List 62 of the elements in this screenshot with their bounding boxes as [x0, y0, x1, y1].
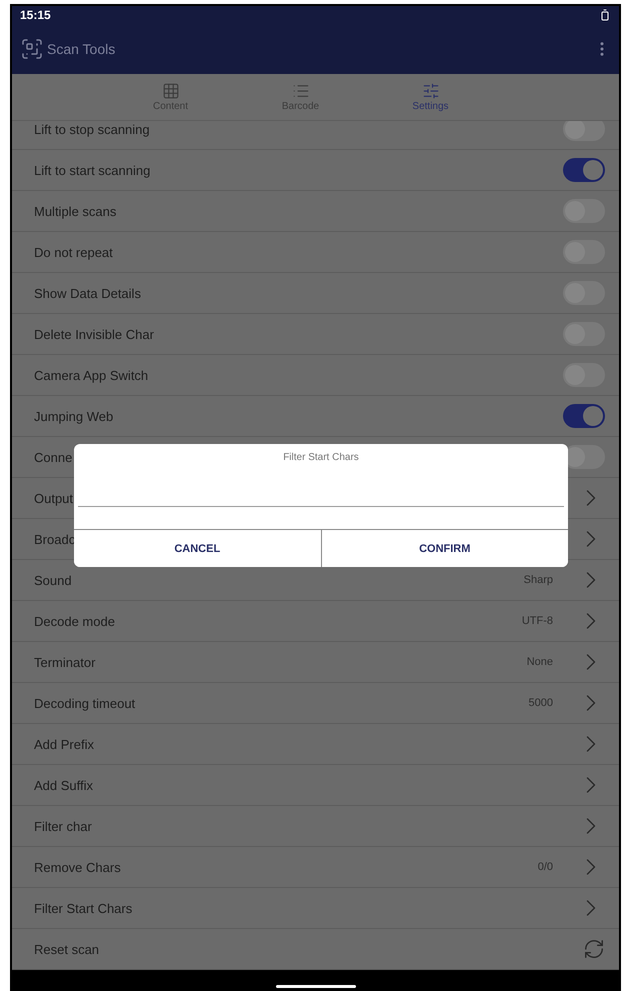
toggle-switch[interactable] — [563, 404, 605, 428]
row-label: Reset scan — [34, 942, 100, 956]
settings-row[interactable]: Jumping Web — [12, 396, 619, 437]
row-label: Do not repeat — [34, 244, 113, 260]
settings-row[interactable]: Camera App Switch — [12, 355, 619, 396]
battery-icon — [599, 9, 611, 21]
settings-row[interactable]: Add Prefix — [12, 724, 619, 765]
settings-row[interactable]: Terminator None — [12, 642, 619, 683]
home-indicator[interactable] — [276, 985, 356, 988]
settings-row[interactable]: Lift to start scanning — [12, 150, 619, 191]
row-label: Lift to stop scanning — [34, 122, 150, 136]
toggle-switch[interactable] — [563, 158, 605, 182]
dialog-button[interactable]: CONFIRM — [320, 530, 568, 567]
row-label: Terminator — [34, 654, 96, 670]
sliders-icon — [422, 82, 440, 100]
row-label: Output — [34, 490, 74, 506]
settings-row[interactable]: Filter char — [12, 806, 619, 847]
dialog-title: Filter Start Chars — [282, 451, 360, 465]
row-label: Decode mode — [34, 614, 115, 628]
row-label: Lift to start scanning — [34, 162, 150, 178]
row-label: Remove Chars — [34, 860, 121, 874]
row-label: Multiple scans — [34, 204, 116, 218]
toggle-switch[interactable] — [563, 199, 605, 223]
row-label: Jumping Web — [34, 408, 114, 424]
row-label: Delete Invisible Char — [34, 326, 154, 342]
grid-icon — [162, 82, 180, 100]
app-title: Scan Tools — [47, 41, 116, 57]
row-value: 5000 — [528, 697, 553, 709]
row-label: Conne — [34, 450, 72, 464]
settings-row[interactable]: Add Suffix — [12, 765, 619, 806]
row-label: Camera App Switch — [34, 368, 148, 382]
settings-row[interactable]: Delete Invisible Char — [12, 314, 619, 355]
settings-row[interactable]: Decode mode UTF-8 — [12, 601, 619, 642]
toggle-switch[interactable] — [563, 322, 605, 346]
settings-row[interactable]: Remove Chars 0/0 — [12, 847, 619, 888]
toggle-switch[interactable] — [563, 363, 605, 387]
tab[interactable]: Settings — [386, 74, 476, 120]
row-label: Decoding timeout — [34, 696, 136, 710]
row-label: Add Prefix — [34, 736, 94, 752]
settings-row[interactable]: Multiple scans — [12, 191, 619, 232]
toggle-switch[interactable] — [563, 281, 605, 305]
settings-row[interactable]: Decoding timeout 5000 — [12, 683, 619, 724]
settings-row[interactable]: Filter Start Chars — [12, 888, 619, 929]
row-value: 0/0 — [538, 861, 553, 873]
status-time: 15:15 — [20, 8, 51, 22]
row-label: Filter Start Chars — [34, 900, 132, 916]
settings-row[interactable]: Lift to stop scanning — [12, 121, 619, 150]
row-value: UTF-8 — [522, 615, 553, 627]
row-value: None — [526, 656, 553, 668]
settings-row[interactable]: Show Data Details — [12, 273, 619, 314]
row-label: Sound — [34, 572, 72, 588]
toggle-switch[interactable] — [563, 121, 605, 141]
qr-scan-icon — [20, 37, 44, 61]
row-label: Show Data Details — [34, 286, 141, 300]
row-label: Filter char — [34, 818, 92, 834]
row-label: Broadc — [34, 532, 76, 546]
row-value: Sharp — [524, 574, 553, 586]
list-icon — [292, 82, 310, 100]
refresh-icon[interactable] — [583, 938, 605, 960]
settings-row[interactable]: Do not repeat — [12, 232, 619, 273]
row-label: Add Suffix — [34, 778, 94, 792]
toggle-switch[interactable] — [563, 240, 605, 264]
